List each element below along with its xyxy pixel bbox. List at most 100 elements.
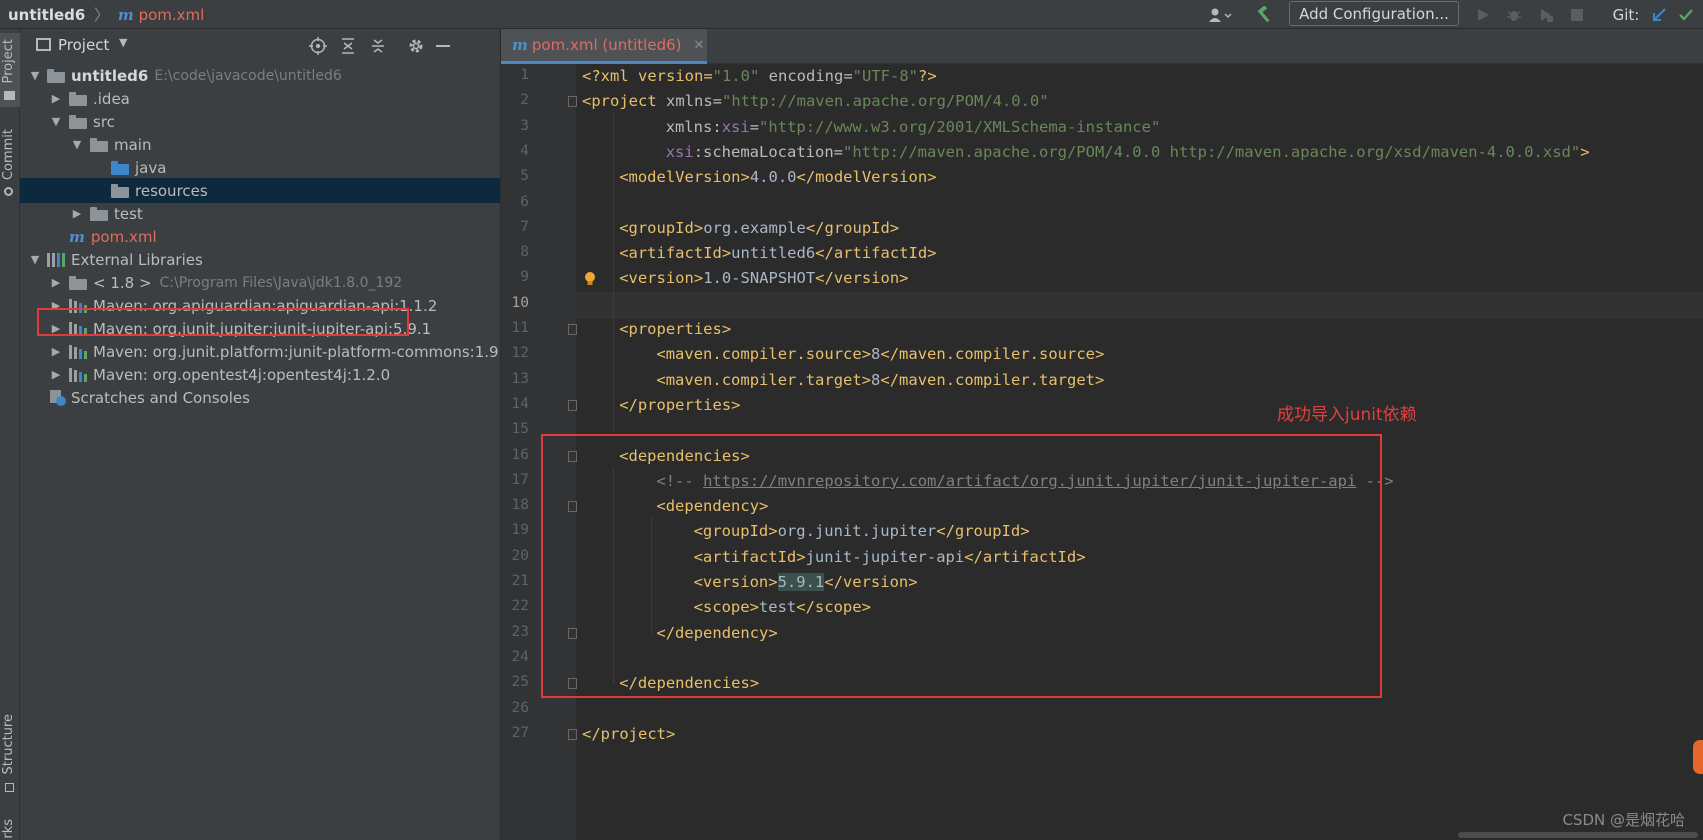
code-token: </version> [815,269,909,288]
fold-marker-icon[interactable] [568,399,577,411]
expand-arrow-icon[interactable]: ▶ [48,91,64,107]
code-line[interactable]: <version>1.0-SNAPSHOT</version> [582,269,909,288]
tree-item-external-libraries[interactable]: ▼ External Libraries [20,247,500,272]
code-token: xsi [721,117,750,136]
line-number: 26 [511,699,529,716]
line-number: 20 [511,547,529,564]
code-token: :schemaLocation= [693,142,843,161]
code-line[interactable]: <groupId>org.example</groupId> [582,219,899,237]
expand-arrow-icon[interactable]: ▶ [48,367,64,383]
expand-arrow-icon[interactable]: ▶ [69,206,85,222]
code-line[interactable]: </project> [582,725,675,743]
code-token: "UTF-8" [852,67,918,85]
tab-pom-xml[interactable]: m pom.xml (untitled6) ✕ [501,29,707,64]
bookmarks-tool-tab[interactable]: rks [1,819,16,839]
tree-item-junit-platform-commons[interactable]: ▶ Maven: org.junit.platform:junit-platfo… [20,339,500,364]
tree-item-pom[interactable]: m pom.xml [20,224,500,249]
tree-item-opentest4j[interactable]: ▶ Maven: org.opentest4j:opentest4j:1.2.0 [20,362,500,387]
tree-item-jdk[interactable]: ▶ < 1.8 > C:\Program Files\Java\jdk1.8.0… [20,270,500,295]
code-line[interactable]: <properties> [582,320,731,338]
jdk-folder-icon [69,275,87,290]
source-folder-icon [111,160,129,175]
tree-item-untitled6[interactable]: ▼ untitled6 E:\code\javacode\untitled6 [20,63,500,88]
indent-guide [613,112,614,432]
tree-item-test[interactable]: ▶ test [20,201,500,226]
tree-item-scratches[interactable]: Scratches and Consoles [20,385,500,410]
fold-marker-icon[interactable] [568,96,577,108]
collapse-all-icon[interactable] [369,37,387,59]
code-line[interactable]: <project xmlns="http://maven.apache.org/… [582,92,1049,110]
coverage-icon[interactable] [1535,0,1557,29]
tree-item-resources[interactable]: resources [20,178,500,203]
code-line[interactable]: xmlns:xsi="http://www.w3.org/2001/XMLSch… [582,117,1161,136]
collapse-arrow-icon[interactable]: ▼ [27,68,43,84]
expand-all-icon[interactable] [339,37,357,59]
collapse-arrow-icon[interactable]: ▼ [27,252,43,268]
view-dropdown-chevron-icon[interactable]: ▼ [119,36,127,49]
hide-panel-icon[interactable] [436,45,450,47]
code-line[interactable]: <?xml version="1.0" encoding="UTF-8"?> [582,67,937,85]
tree-item-label: .idea [93,89,130,108]
folder-icon [69,114,87,129]
close-tab-icon[interactable]: ✕ [694,38,705,53]
run-icon[interactable] [1472,0,1494,29]
git-commit-icon[interactable] [1674,0,1698,29]
editor-area: m pom.xml (untitled6) ✕ 1 <?xml version="… [501,29,1703,840]
user-icon[interactable] [1199,0,1241,29]
line-number: 11 [511,320,529,336]
line-number: 22 [511,598,529,615]
project-panel-title[interactable]: Project [58,36,109,54]
expand-arrow-icon[interactable]: ▶ [48,344,64,360]
code-token: = [749,117,760,136]
line-number: 12 [511,345,529,362]
tree-item-java[interactable]: java [20,155,500,180]
line-number: 25 [511,674,529,691]
tree-item-label: java [135,158,167,177]
code-line[interactable]: <maven.compiler.target>8</maven.compiler… [582,371,1104,389]
code-token: org.example [703,218,806,237]
code-token: </artifactId> [815,244,937,263]
maven-file-icon: m [512,36,528,54]
horizontal-scrollbar[interactable] [1458,832,1698,838]
current-line-highlight [576,291,1703,319]
git-update-icon[interactable] [1647,0,1671,29]
maven-library-icon [69,367,87,382]
debug-icon[interactable] [1503,0,1525,29]
left-tool-strip: Project Commit Structure rks [0,29,20,840]
add-configuration-button[interactable]: Add Configuration... [1289,1,1459,26]
tree-item-main[interactable]: ▼ main [20,132,500,157]
code-line[interactable]: <modelVersion>4.0.0</modelVersion> [582,168,936,186]
collapse-arrow-icon[interactable]: ▼ [69,137,85,153]
code-line[interactable]: xsi:schemaLocation="http://maven.apache.… [582,143,1590,161]
scratches-icon [50,389,66,406]
fold-marker-icon[interactable] [568,324,577,335]
breadcrumb-file[interactable]: pom.xml [139,6,205,24]
stop-icon[interactable] [1566,0,1588,29]
breadcrumb-project[interactable]: untitled6 [8,6,85,24]
code-token: </groupId> [805,218,900,237]
tree-item-label: resources [135,181,208,200]
settings-gear-icon[interactable] [407,37,425,59]
floating-badge-icon[interactable] [1693,740,1703,774]
code-token: "1.0" [712,67,760,85]
code-line[interactable]: <maven.compiler.source>8</maven.compiler… [582,345,1104,363]
tree-item-src[interactable]: ▼ src [20,109,500,134]
code-line[interactable]: <artifactId>untitled6</artifactId> [582,244,937,263]
build-hammer-icon[interactable] [1252,0,1278,29]
commit-tool-tab[interactable]: Commit [1,129,16,180]
tree-item-label: Maven: org.opentest4j:opentest4j:1.2.0 [93,365,391,384]
code-token: <maven.compiler.source> [656,345,872,364]
fold-marker-icon[interactable] [568,728,577,740]
highlight-box-junit-library [37,308,409,336]
code-line[interactable]: </properties> [582,396,740,414]
project-tool-tab[interactable]: Project [1,39,16,83]
code-token: 1.0-SNAPSHOT [703,269,816,288]
code-token: </project> [582,724,676,743]
tree-item-idea[interactable]: ▶ .idea [20,86,500,111]
expand-arrow-icon[interactable]: ▶ [48,275,64,291]
line-number: 1 [520,67,529,83]
structure-tool-tab[interactable]: Structure [1,714,16,774]
intention-bulb-icon[interactable] [584,271,596,287]
collapse-arrow-icon[interactable]: ▼ [48,114,64,130]
select-opened-file-icon[interactable] [309,37,327,59]
